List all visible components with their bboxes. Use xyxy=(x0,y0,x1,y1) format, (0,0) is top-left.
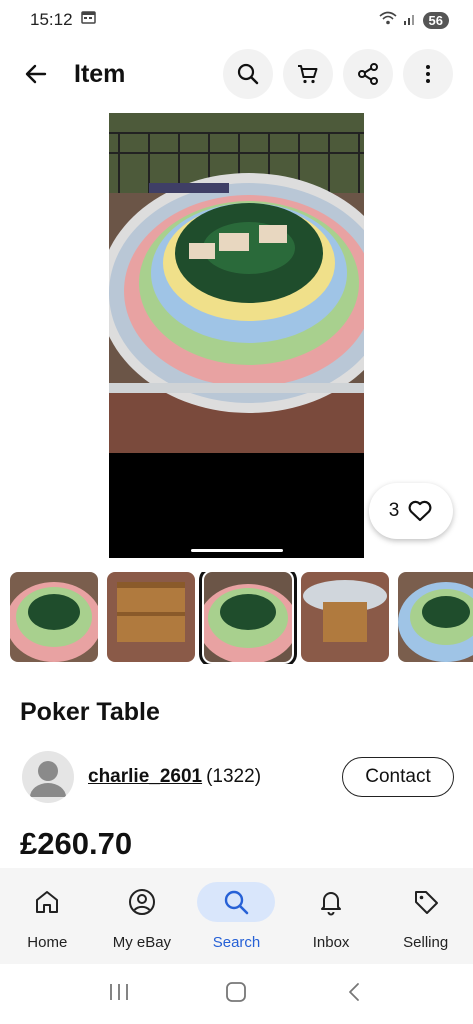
product-photo xyxy=(109,113,364,453)
watch-button[interactable]: 3 xyxy=(369,483,453,539)
nav-search-label: Search xyxy=(212,934,261,951)
wifi-icon xyxy=(379,11,397,30)
thumbnail-2[interactable] xyxy=(107,572,195,662)
recent-apps-button[interactable] xyxy=(108,982,130,1007)
chevron-left-icon xyxy=(349,982,360,1001)
watch-count: 3 xyxy=(388,500,400,521)
seller-name-link[interactable]: charlie_2601 xyxy=(88,766,202,788)
thumbnail-4[interactable] xyxy=(301,572,389,662)
nav-home-label: Home xyxy=(27,934,68,951)
thumbnail-strip xyxy=(10,572,473,664)
search-icon xyxy=(237,63,259,85)
page-title: Item xyxy=(74,59,126,88)
seller-row: charlie_2601 (1322) Contact xyxy=(22,750,454,804)
status-bar: 15:12 56 xyxy=(0,0,473,40)
share-button[interactable] xyxy=(343,49,393,99)
contact-button[interactable]: Contact xyxy=(342,757,454,797)
user-icon xyxy=(30,761,66,797)
seller-feedback-count: (1322) xyxy=(206,766,262,787)
bottom-nav: Home My eBay Search Inbox Selling xyxy=(0,868,473,964)
thumbnail-3-selected[interactable] xyxy=(199,572,297,664)
main-image-viewer[interactable] xyxy=(109,113,364,558)
avatar[interactable] xyxy=(22,751,74,803)
tag-icon xyxy=(414,891,438,914)
nav-selling-label: Selling xyxy=(403,934,449,951)
search-button[interactable] xyxy=(223,49,273,99)
account-icon xyxy=(128,889,155,915)
more-vertical-icon xyxy=(426,65,430,83)
search-icon xyxy=(225,890,249,915)
more-options-button[interactable] xyxy=(403,49,453,99)
cart-icon xyxy=(298,65,318,84)
nav-inbox[interactable]: Inbox xyxy=(284,868,379,964)
image-scroll-indicator xyxy=(191,549,283,552)
item-price: £260.70 xyxy=(20,826,133,861)
cart-button[interactable] xyxy=(283,49,333,99)
nav-my-ebay-label: My eBay xyxy=(112,934,172,951)
bell-icon xyxy=(321,892,342,916)
thumbnail-1[interactable] xyxy=(10,572,98,662)
thumbnail-5[interactable] xyxy=(398,572,473,662)
calendar-icon xyxy=(80,11,96,29)
nav-my-ebay[interactable]: My eBay xyxy=(95,868,190,964)
status-time: 15:12 xyxy=(30,10,73,29)
home-system-button[interactable] xyxy=(225,981,247,1008)
item-title: Poker Table xyxy=(20,698,160,726)
heart-icon xyxy=(408,500,432,522)
system-nav-bar xyxy=(0,964,473,1024)
nav-selling[interactable]: Selling xyxy=(378,868,473,964)
home-square-icon xyxy=(226,981,247,1002)
nav-inbox-label: Inbox xyxy=(312,934,350,951)
back-button[interactable] xyxy=(20,58,52,90)
system-back-button[interactable] xyxy=(343,981,365,1008)
home-icon xyxy=(36,891,59,913)
app-header: Item xyxy=(0,46,473,102)
battery-indicator: 56 xyxy=(422,11,449,29)
nav-search[interactable]: Search xyxy=(189,868,284,964)
nav-home[interactable]: Home xyxy=(0,868,95,964)
signal-icon xyxy=(403,11,417,30)
recents-icon xyxy=(109,983,128,1000)
arrow-left-icon xyxy=(25,64,47,84)
share-icon xyxy=(358,63,378,85)
